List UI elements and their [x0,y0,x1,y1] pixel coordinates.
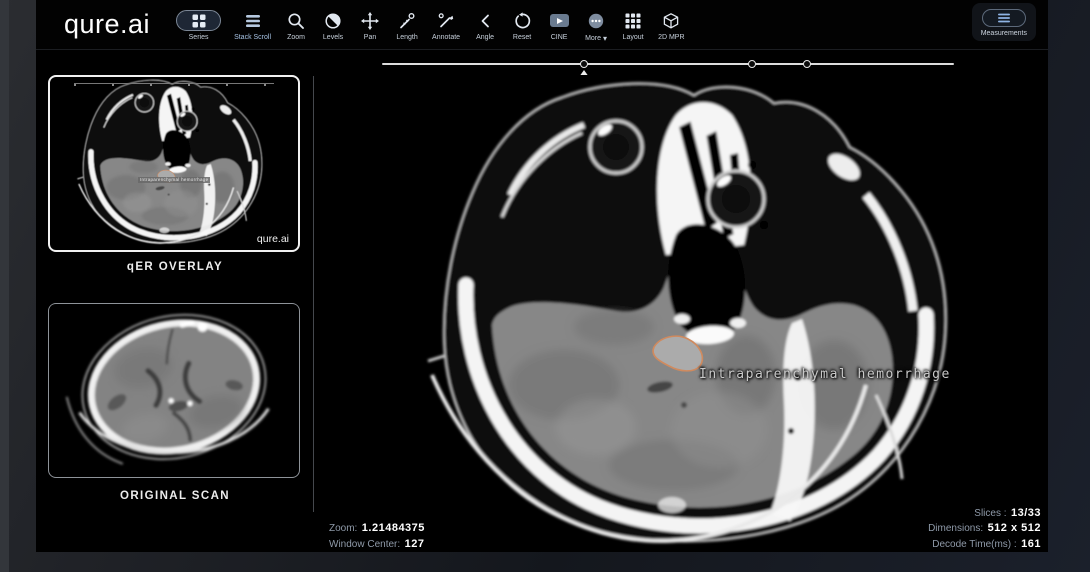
main-viewer[interactable]: Intraparenchymal hemorrhage Zoom: 1.2148… [314,50,1048,552]
tool-label: Layout [623,34,644,41]
viewport-status-left: Zoom: 1.21484375 Window Center: 127 [329,520,425,551]
thumbnail-annotation: Intraparenchymal hemorrhage [138,177,210,183]
zoom-status: Zoom: 1.21484375 [329,520,425,536]
series-pill[interactable] [176,10,221,31]
thumbnail-label: qER OVERLAY [36,261,314,273]
annotate-icon [437,12,455,30]
main-ct-scan-image[interactable] [414,75,984,552]
original-scan-image [50,304,298,470]
length-icon [398,12,416,30]
measurements-pill [982,9,1026,27]
thumbnail-label: ORIGINAL SCAN [36,490,314,502]
cube-icon [662,12,680,30]
slice-slider[interactable] [382,63,954,65]
content-area: Intraparenchymal hemorrhage qure.ai qER … [36,50,1048,552]
tool-label: More [585,35,601,42]
tool-label: Series [189,34,209,41]
tool-angle[interactable]: Angle [473,6,497,41]
tool-label: Levels [323,34,343,41]
viewport-status-right: Slices : 13/33 Dimensions: 512 x 512 Dec… [928,505,1041,552]
window-center-status: Window Center: 127 [329,536,425,552]
qure-watermark: qure.ai [257,233,289,245]
tool-label: Reset [513,34,531,41]
qer-overlay-scan-image [50,77,298,247]
tool-stack-scroll[interactable]: Stack Scroll [234,6,271,41]
thumbnail-qer-overlay[interactable]: Intraparenchymal hemorrhage qure.ai [48,75,300,252]
qure-ai-logo: qure.ai [64,9,150,40]
pan-icon [361,12,379,30]
layout-grid-icon [625,13,641,29]
tool-label: Length [396,34,417,41]
slider-marker[interactable] [803,60,811,68]
tool-reset[interactable]: Reset [510,6,534,41]
slider-marker-current[interactable] [580,60,588,68]
tool-zoom[interactable]: Zoom [284,6,308,41]
toolbar: Series Stack Scroll Zoom [176,6,684,43]
tool-label: Pan [364,34,376,41]
tool-series[interactable]: Series [176,6,221,41]
angle-icon [478,12,492,30]
more-dots-icon [588,13,604,29]
header-bar: qure.ai Series Stack Scroll [36,0,1048,50]
tool-cine[interactable]: CINE [547,6,571,41]
tool-annotate[interactable]: Annotate [432,6,460,41]
caret-down-icon: ▾ [603,34,607,43]
tool-label: Angle [476,34,494,41]
reset-icon [513,12,531,30]
tool-levels[interactable]: Levels [321,6,345,41]
decode-time-status: Decode Time(ms) : 161 [928,536,1041,552]
slider-marker[interactable] [748,60,756,68]
tool-label: Stack Scroll [234,34,271,41]
app-window: qure.ai Series Stack Scroll [36,0,1048,552]
stack-scroll-icon [245,14,261,28]
dimensions-status: Dimensions: 512 x 512 [928,520,1041,536]
tool-more[interactable]: More▾ [584,6,608,43]
tool-pan[interactable]: Pan [358,6,382,41]
tool-label: 2D MPR [658,34,684,41]
tool-2d-mpr[interactable]: 2D MPR [658,6,684,41]
measurements-list-icon [997,13,1011,23]
tool-label: CINE [551,34,568,41]
tool-label: Zoom [287,34,305,41]
thumbnail-original-scan[interactable] [48,303,300,478]
tool-label: Annotate [432,34,460,41]
series-grid-icon [191,13,207,29]
series-sidebar: Intraparenchymal hemorrhage qure.ai qER … [36,50,314,552]
tool-layout[interactable]: Layout [621,6,645,41]
bezel-left-strip [0,0,9,572]
thumbnail-slider [74,83,274,86]
tool-length[interactable]: Length [395,6,419,41]
measurements-button[interactable]: Measurements [972,3,1036,41]
monitor-bezel: qure.ai Series Stack Scroll [0,0,1090,572]
cine-play-icon [550,14,569,27]
zoom-icon [287,12,305,30]
measurements-label: Measurements [981,30,1027,37]
levels-icon [324,12,342,30]
